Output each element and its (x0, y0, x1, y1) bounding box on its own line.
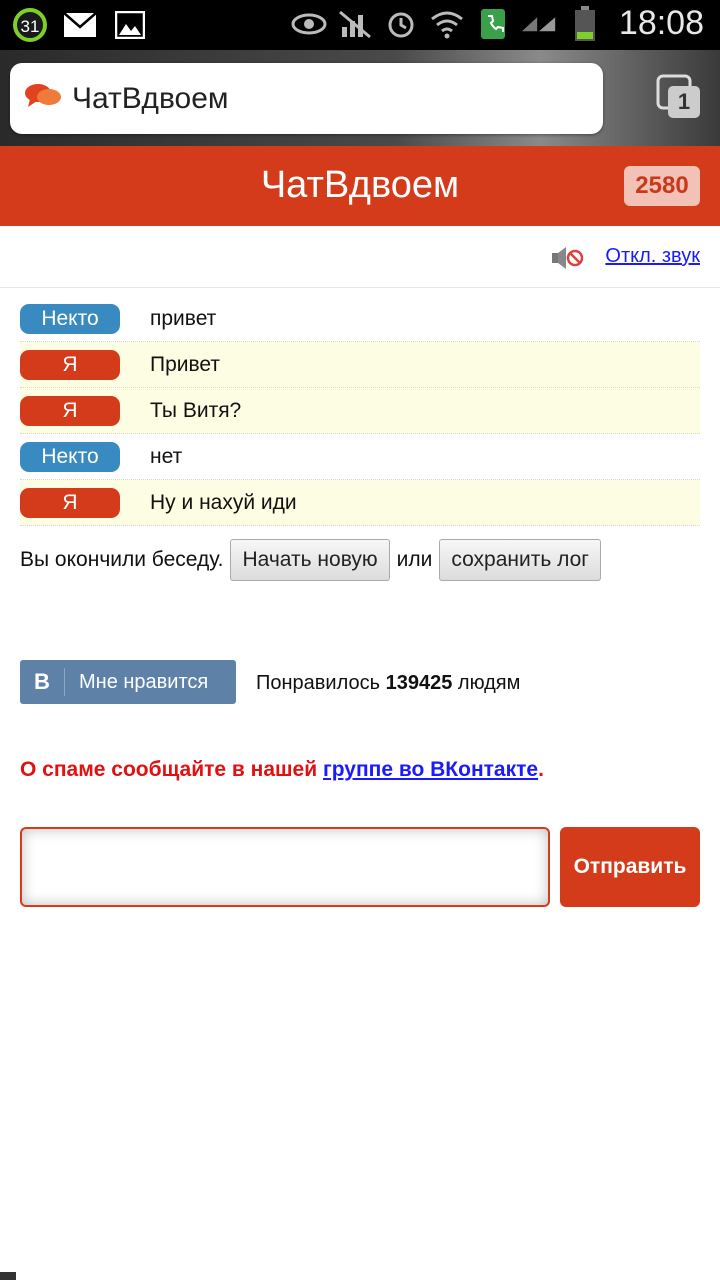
message-text: Ну и нахуй иди (150, 490, 297, 514)
address-bar[interactable]: ЧатВдвоем (10, 63, 603, 134)
message-input[interactable] (20, 827, 550, 907)
vk-liked-suffix: людям (457, 672, 521, 694)
calendar-icon: 31 (12, 8, 48, 42)
online-count-badge: 2580 (624, 166, 700, 206)
corner-mark (0, 1272, 16, 1280)
sender-badge: Я (20, 349, 120, 380)
svg-text:31: 31 (21, 17, 40, 36)
vk-like-label: Мне нравится (79, 670, 209, 693)
chat-ended-text: Вы окончили беседу. (20, 548, 224, 571)
spam-notice: О спаме сообщайте в нашей группе во ВКон… (20, 758, 544, 782)
vk-group-link[interactable]: группе во ВКонтакте (323, 758, 538, 781)
status-bar: 31 18:08 (0, 0, 720, 50)
site-title: ЧатВдвоем (260, 164, 460, 206)
site-header: ЧатВдвоем 2580 (0, 146, 720, 226)
vk-like-count: Понравилось 139425 людям (256, 672, 520, 695)
wifi-icon (429, 7, 465, 41)
vk-logo-icon: В (34, 669, 50, 694)
mute-icon (337, 7, 373, 41)
signal-icon (521, 7, 557, 41)
message-text: привет (150, 306, 217, 330)
browser-toolbar: ЧатВдвоем 1 (0, 50, 720, 146)
message-text: Ты Витя? (150, 398, 242, 422)
message-text: Привет (150, 352, 221, 376)
message-text: нет (150, 444, 183, 468)
spam-end: . (538, 758, 544, 781)
chat-message: Я Ну и нахуй иди (20, 480, 700, 526)
send-button[interactable]: Отправить (560, 827, 700, 907)
mute-sound-link[interactable]: Откл. звук (605, 245, 700, 268)
image-icon (112, 8, 148, 42)
new-chat-button[interactable]: Начать новую (230, 539, 390, 581)
chat-message: Некто привет (20, 296, 700, 342)
site-chat-logo-icon (24, 81, 62, 116)
eye-icon (291, 7, 327, 41)
or-text: или (396, 548, 433, 571)
speaker-mute-icon[interactable] (550, 245, 584, 271)
chat-log: Некто привет Я Привет Я Ты Витя? Некто н… (20, 296, 700, 526)
vk-liked-number: 139425 (385, 672, 453, 694)
sender-badge: Я (20, 487, 120, 518)
divider (64, 668, 65, 696)
mail-icon (62, 8, 98, 42)
alarm-icon (383, 7, 419, 41)
vk-like-button[interactable]: В Мне нравится (20, 660, 236, 704)
sender-badge: Некто (20, 303, 120, 334)
chat-message: Некто нет (20, 434, 700, 480)
clock: 18:08 (618, 4, 704, 42)
chat-ended-row: Вы окончили беседу. Начать новую или сох… (20, 539, 601, 581)
sound-row: Откл. звук (0, 226, 720, 288)
chat-message: Я Ты Витя? (20, 388, 700, 434)
sender-badge: Я (20, 395, 120, 426)
save-log-button[interactable]: сохранить лог (439, 539, 601, 581)
tab-count: 1 (677, 89, 691, 114)
address-bar-title: ЧатВдвоем (72, 81, 229, 115)
vk-liked-prefix: Понравилось (256, 672, 381, 694)
chat-message: Я Привет (20, 342, 700, 388)
battery-icon (567, 5, 603, 41)
sender-badge: Некто (20, 441, 120, 472)
phone-icon (475, 7, 511, 41)
tabs-button[interactable]: 1 (656, 74, 702, 120)
spam-text: О спаме сообщайте в нашей (20, 758, 318, 781)
